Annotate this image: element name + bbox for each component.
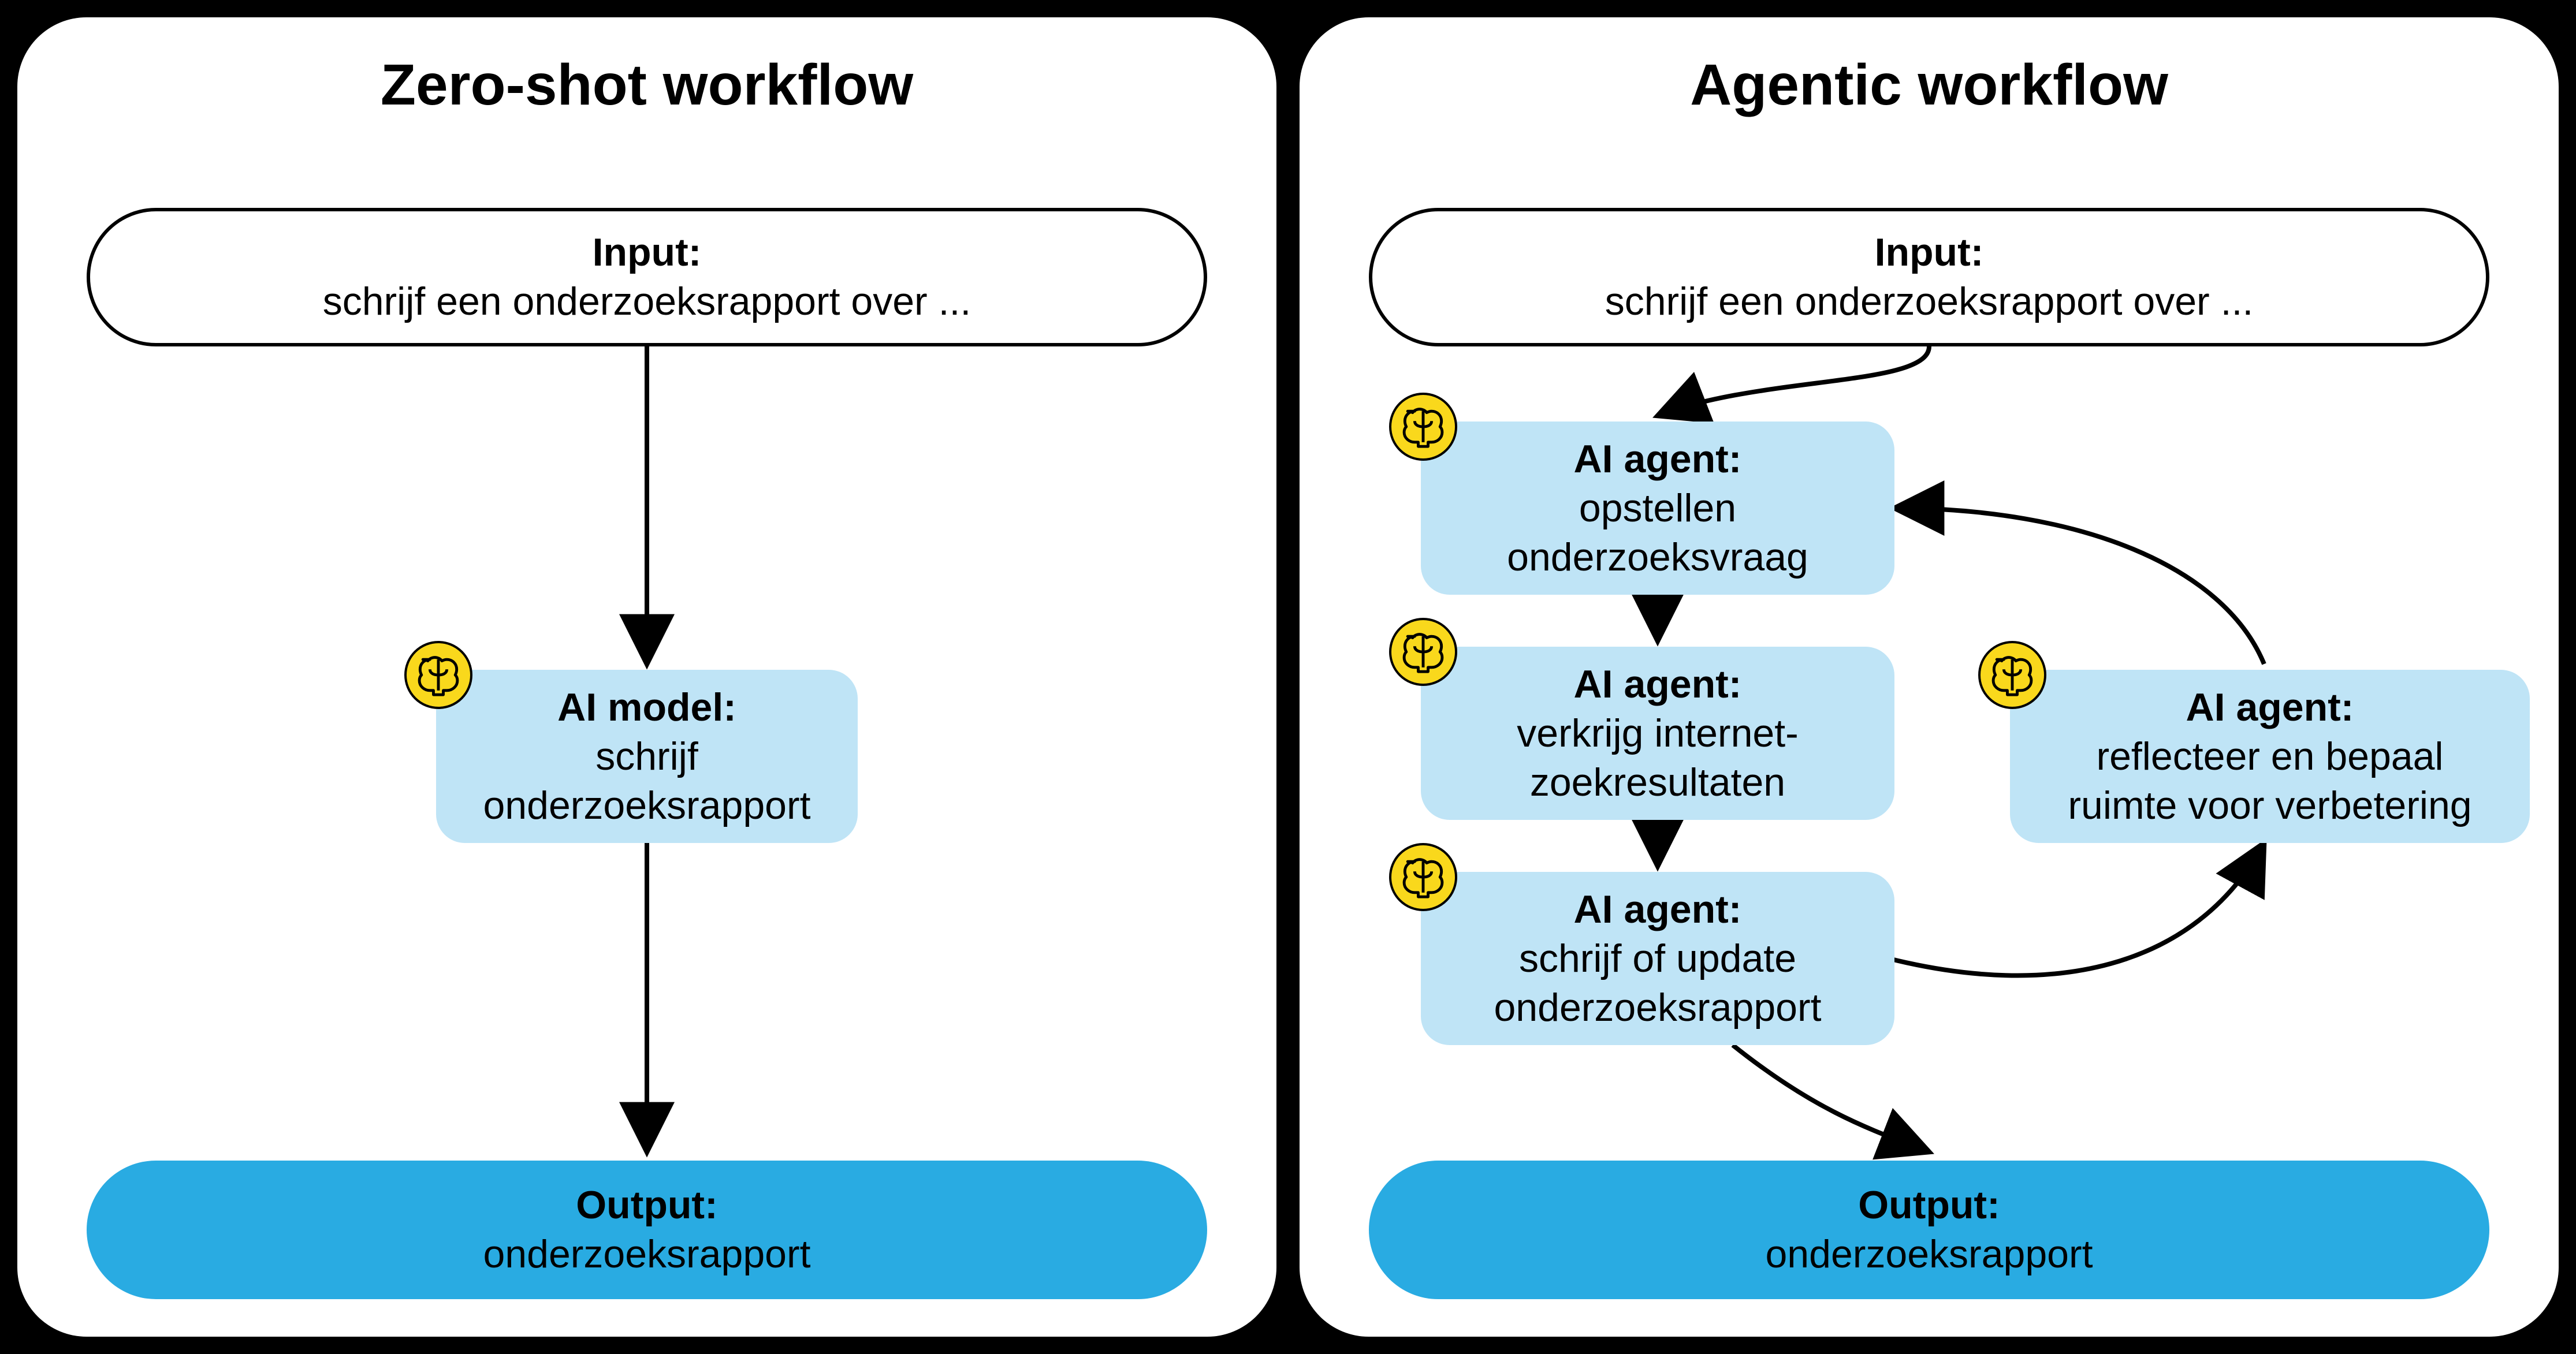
right-agent4-line1: reflecteer en bepaal — [2096, 732, 2443, 781]
right-agent1-node: AI agent: opstellen onderzoeksvraag — [1421, 422, 1894, 595]
right-input-text: schrijf een onderzoeksrapport over ... — [1605, 277, 2254, 326]
right-panel: Agentic workflow Input: schrijf een ond — [1300, 17, 2559, 1337]
right-input-node: Input: schrijf een onderzoeksrapport ove… — [1369, 208, 2489, 346]
right-input-label: Input: — [1875, 230, 1984, 274]
right-agent3-line2: onderzoeksrapport — [1494, 983, 1821, 1032]
right-output-label: Output: — [1858, 1183, 2000, 1227]
left-panel: Zero-shot workflow Input: schrijf een on… — [17, 17, 1276, 1337]
left-panel-title: Zero-shot workflow — [17, 52, 1276, 118]
brain-icon — [404, 641, 472, 709]
left-input-label: Input: — [593, 230, 702, 274]
right-agent1-line1: opstellen — [1579, 484, 1736, 533]
right-agent2-line1: verkrijg internet- — [1517, 709, 1799, 758]
right-output-text: onderzoeksrapport — [1765, 1230, 2093, 1279]
right-agent2-node: AI agent: verkrijg internet- zoekresulta… — [1421, 647, 1894, 820]
right-agent3-label: AI agent: — [1574, 887, 1742, 931]
right-agent4-node: AI agent: reflecteer en bepaal ruimte vo… — [2010, 670, 2530, 843]
left-input-text: schrijf een onderzoeksrapport over ... — [323, 277, 971, 326]
left-output-node: Output: onderzoeksrapport — [87, 1161, 1207, 1299]
left-model-node: AI model: schrijf onderzoeksrapport — [436, 670, 858, 843]
right-agent1-label: AI agent: — [1574, 437, 1742, 481]
left-model-label: AI model: — [557, 685, 736, 729]
left-model-line1: schrijf — [595, 732, 698, 781]
right-output-node: Output: onderzoeksrapport — [1369, 1161, 2489, 1299]
left-model-line2: onderzoeksrapport — [483, 781, 810, 830]
right-agent3-line1: schrijf of update — [1519, 934, 1796, 983]
right-agent2-label: AI agent: — [1574, 662, 1742, 706]
brain-icon — [1978, 641, 2046, 709]
right-agent1-line2: onderzoeksvraag — [1507, 533, 1808, 582]
brain-icon — [1389, 618, 1457, 686]
right-agent3-node: AI agent: schrijf of update onderzoeksra… — [1421, 872, 1894, 1045]
left-output-text: onderzoeksrapport — [483, 1230, 810, 1279]
right-agent4-line2: ruimte voor verbetering — [2068, 781, 2471, 830]
right-agent4-label: AI agent: — [2186, 685, 2354, 729]
brain-icon — [1389, 843, 1457, 911]
left-output-label: Output: — [576, 1183, 717, 1227]
right-agent2-line2: zoekresultaten — [1530, 758, 1785, 807]
right-panel-title: Agentic workflow — [1300, 52, 2559, 118]
left-input-node: Input: schrijf een onderzoeksrapport ove… — [87, 208, 1207, 346]
brain-icon — [1389, 393, 1457, 461]
